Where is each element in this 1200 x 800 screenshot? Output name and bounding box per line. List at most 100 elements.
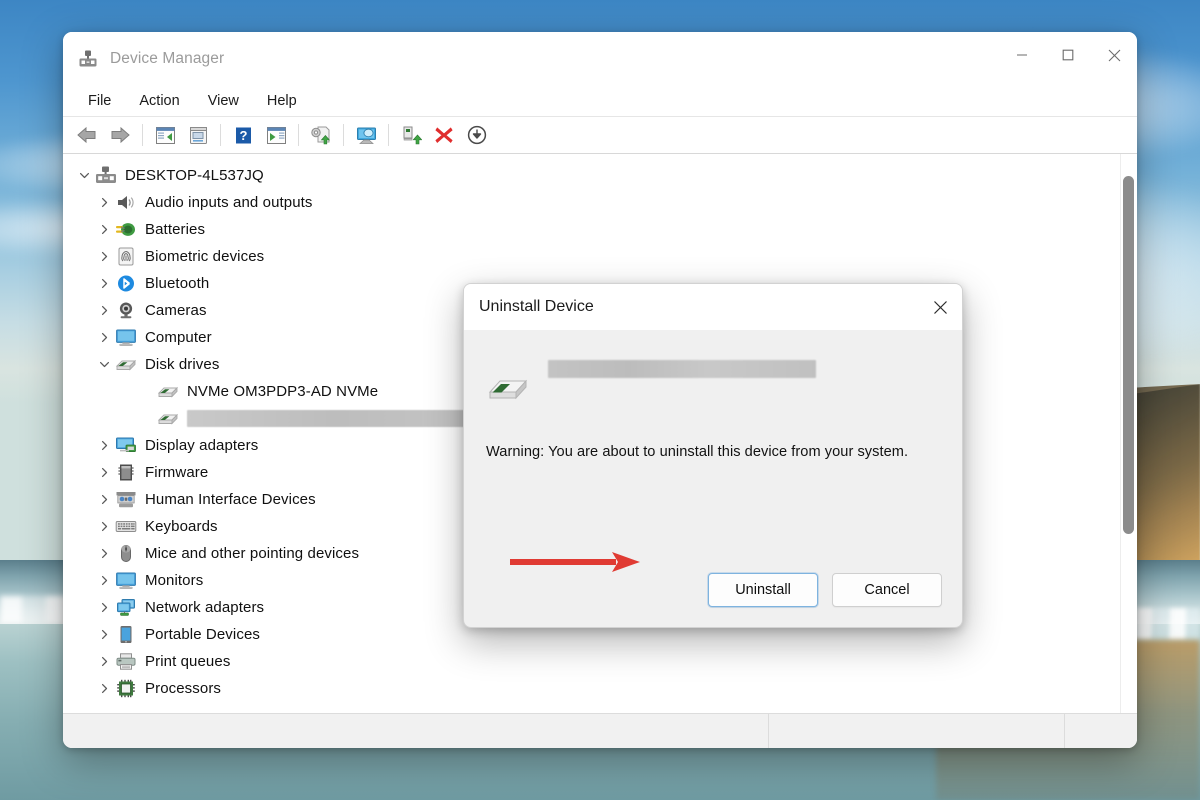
chevron-right-icon[interactable] — [93, 440, 115, 451]
status-cell-2 — [769, 714, 1064, 748]
printer-icon — [115, 652, 137, 671]
chevron-right-icon[interactable] — [93, 683, 115, 694]
device-manager-window: Device Manager File Action View Help — [63, 32, 1137, 748]
device-manager-icon — [78, 49, 98, 69]
enable-device-icon[interactable] — [395, 120, 427, 150]
tree-row-root[interactable]: DESKTOP-4L537JQ — [63, 162, 1120, 189]
speaker-icon — [115, 193, 137, 212]
chevron-right-icon[interactable] — [93, 656, 115, 667]
cancel-button[interactable]: Cancel — [832, 573, 942, 607]
tree-item-label: Processors — [145, 680, 221, 697]
chevron-right-icon[interactable] — [93, 278, 115, 289]
tree-vertical-scrollbar[interactable] — [1120, 154, 1137, 713]
tree-row[interactable]: Processors — [63, 675, 1120, 702]
chevron-right-icon[interactable] — [93, 305, 115, 316]
tree-item-label: Portable Devices — [145, 626, 260, 643]
dialog-close-button[interactable] — [918, 285, 962, 329]
desktop-wallpaper: Device Manager File Action View Help — [0, 0, 1200, 800]
back-icon[interactable] — [71, 120, 103, 150]
menu-file[interactable]: File — [75, 89, 124, 113]
chevron-right-icon[interactable] — [93, 467, 115, 478]
chevron-right-icon[interactable] — [93, 494, 115, 505]
menu-help[interactable]: Help — [254, 89, 310, 113]
chevron-right-icon[interactable] — [93, 629, 115, 640]
scan-for-hardware-changes-icon[interactable] — [350, 120, 382, 150]
network-adapter-icon — [115, 598, 137, 617]
chevron-right-icon[interactable] — [93, 602, 115, 613]
chevron-down-icon[interactable] — [73, 170, 95, 181]
toolbar-separator — [298, 124, 299, 146]
window-title: Device Manager — [110, 50, 224, 68]
tree-item-label: Keyboards — [145, 518, 218, 535]
menu-bar: File Action View Help — [63, 86, 1137, 116]
close-button[interactable] — [1091, 32, 1137, 78]
menu-action[interactable]: Action — [126, 89, 192, 113]
toolbar-separator — [343, 124, 344, 146]
dialog-body: Warning: You are about to uninstall this… — [464, 330, 962, 553]
chevron-right-icon[interactable] — [93, 251, 115, 262]
chevron-right-icon[interactable] — [93, 224, 115, 235]
status-cell-3 — [1065, 714, 1137, 748]
tree-item-label: Computer — [145, 329, 212, 346]
disk-drive-icon — [157, 382, 179, 401]
firmware-icon — [115, 463, 137, 482]
toolbar-separator — [142, 124, 143, 146]
forward-icon[interactable] — [104, 120, 136, 150]
tree-item-label: Batteries — [145, 221, 205, 238]
uninstall-device-icon[interactable] — [428, 120, 460, 150]
tree-item-label: Monitors — [145, 572, 203, 589]
tree-row[interactable]: Audio inputs and outputs — [63, 189, 1120, 216]
tree-row[interactable]: Biometric devices — [63, 243, 1120, 270]
chevron-right-icon[interactable] — [93, 548, 115, 559]
toolbar: ? — [63, 116, 1137, 154]
disable-device-icon[interactable] — [461, 120, 493, 150]
tree-row[interactable]: Batteries — [63, 216, 1120, 243]
monitor-icon — [115, 571, 137, 590]
tree-item-label: NVMe OM3PDP3-AD NVMe — [187, 383, 378, 400]
chevron-down-icon[interactable] — [93, 359, 115, 370]
processor-icon — [115, 679, 137, 698]
portable-device-icon — [115, 625, 137, 644]
dialog-title: Uninstall Device — [479, 298, 594, 316]
chevron-right-icon[interactable] — [93, 332, 115, 343]
dialog-footer: Uninstall Cancel — [464, 553, 962, 627]
window-titlebar[interactable]: Device Manager — [63, 32, 1137, 86]
chevron-right-icon[interactable] — [93, 521, 115, 532]
menu-view[interactable]: View — [195, 89, 252, 113]
uninstall-device-dialog: Uninstall Device — [463, 283, 963, 628]
keyboard-icon — [115, 517, 137, 536]
properties-icon[interactable] — [182, 120, 214, 150]
tree-item-label: Firmware — [145, 464, 208, 481]
show-hide-console-tree-icon[interactable] — [149, 120, 181, 150]
display-adapter-icon — [115, 436, 137, 455]
battery-icon — [115, 220, 137, 239]
status-bar — [63, 713, 1137, 748]
window-controls — [999, 32, 1137, 86]
fingerprint-icon — [115, 247, 137, 266]
svg-text:?: ? — [239, 128, 247, 143]
toolbar-separator — [220, 124, 221, 146]
disk-drive-icon — [157, 409, 179, 428]
tree-item-label: Display adapters — [145, 437, 258, 454]
maximize-button[interactable] — [1045, 32, 1091, 78]
disk-drive-icon — [486, 372, 530, 406]
chevron-right-icon[interactable] — [93, 197, 115, 208]
dialog-titlebar[interactable]: Uninstall Device — [464, 284, 962, 330]
tree-item-label: Print queues — [145, 653, 230, 670]
camera-icon — [115, 301, 137, 320]
tree-item-label: Cameras — [145, 302, 207, 319]
tree-item-label: Network adapters — [145, 599, 264, 616]
tree-row[interactable]: Print queues — [63, 648, 1120, 675]
bluetooth-icon — [115, 274, 137, 293]
hid-icon — [115, 490, 137, 509]
tree-item-label: DESKTOP-4L537JQ — [125, 167, 264, 184]
show-hide-action-pane-icon[interactable] — [260, 120, 292, 150]
minimize-button[interactable] — [999, 32, 1045, 78]
uninstall-button[interactable]: Uninstall — [708, 573, 818, 607]
monitor-icon — [115, 328, 137, 347]
chevron-right-icon[interactable] — [93, 575, 115, 586]
update-driver-icon[interactable] — [305, 120, 337, 150]
scrollbar-thumb[interactable] — [1123, 176, 1134, 534]
tree-item-label: Disk drives — [145, 356, 219, 373]
help-icon[interactable]: ? — [227, 120, 259, 150]
